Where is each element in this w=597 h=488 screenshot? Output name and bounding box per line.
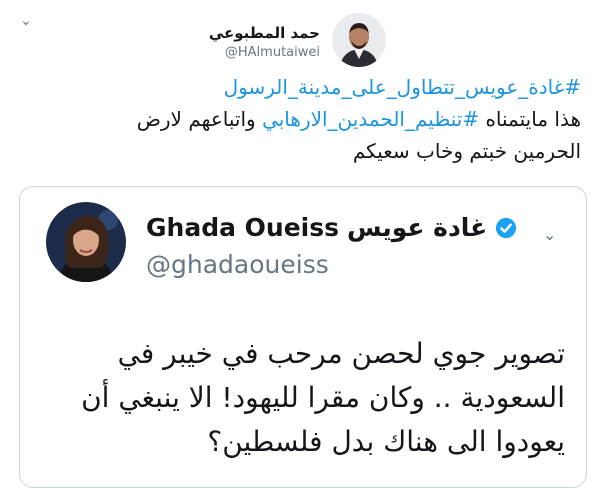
quoted-tweet-chevron-down-icon[interactable]: ⌄ xyxy=(543,227,556,243)
tweet-text-line: الحرمين خبتم وخاب سعيكم xyxy=(21,135,581,167)
author-avatar[interactable] xyxy=(332,13,386,67)
tweet-menu-chevron-down-icon[interactable]: ⌄ xyxy=(20,14,32,28)
hashtag-link[interactable]: #غادة_عويس_تتطاول_على_مدينة_الرسول xyxy=(224,75,581,99)
quoted-author-name-en[interactable]: Ghada Oueiss xyxy=(146,213,339,242)
author-handle[interactable]: @HAlmutaiwei xyxy=(225,45,320,60)
quoted-tweet-text-line: تصوير جوي لحصن مرحب في خيبر في xyxy=(117,337,565,370)
tweet-text-line: هذا مايتمناه #تنظيم_الحمدين_الارهابي وات… xyxy=(21,103,581,135)
quoted-author-name-ar[interactable]: غادة عويس xyxy=(347,213,487,242)
hashtag-link[interactable]: #تنظيم_الحمدين_الارهابي xyxy=(262,107,479,131)
quoted-author-avatar[interactable] xyxy=(46,202,126,282)
tweet-text-segment: هذا مايتمناه xyxy=(479,107,581,131)
quoted-author-name-row[interactable]: Ghada Oueiss غادة عويس xyxy=(146,213,517,242)
verified-badge-icon xyxy=(496,217,517,238)
tweet-text-segment: الحرمين خبتم وخاب سعيكم xyxy=(352,139,581,163)
tweet-text-segment: واتباعهم لارض xyxy=(136,107,263,131)
quoted-author-handle[interactable]: @ghadaoueiss xyxy=(146,250,329,279)
quoted-tweet-text-line: السعودية .. وكان مقرا لليهود! الا ينبغي … xyxy=(81,381,565,414)
quoted-tweet-text-line: يعودوا الى هناك بدل فلسطين؟ xyxy=(207,425,565,458)
author-name[interactable]: حمد المطبوعي xyxy=(209,24,320,42)
tweet-text-line: #غادة_عويس_تتطاول_على_مدينة_الرسول xyxy=(21,71,581,103)
